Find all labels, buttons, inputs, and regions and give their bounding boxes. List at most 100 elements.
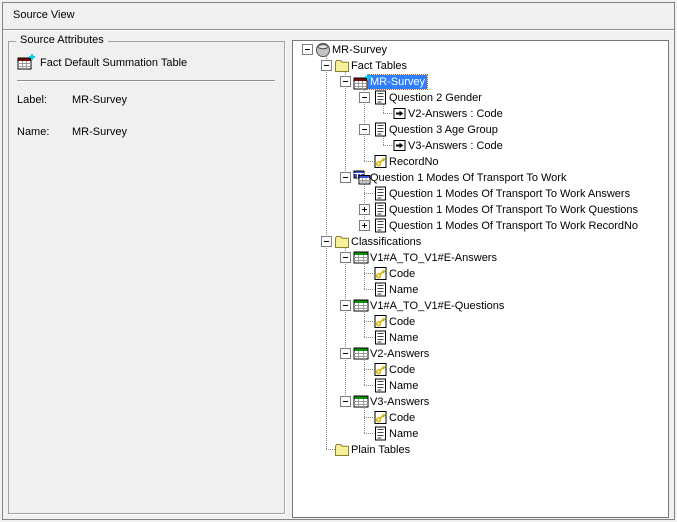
tree-item[interactable]: Code (293, 410, 668, 426)
source-attributes-group: Source Attributes Fact Default Summation… (8, 41, 285, 514)
tree-item[interactable]: Classifications (293, 234, 668, 250)
arrow-icon (391, 106, 409, 122)
fact-table-icon (17, 54, 35, 70)
tree-item[interactable]: Plain Tables (293, 442, 668, 458)
tree-item-label[interactable]: Plain Tables (349, 443, 412, 457)
tree-item-label[interactable]: Question 1 Modes Of Transport To Work An… (387, 187, 632, 201)
tree-item[interactable]: Question 2 Gender (293, 90, 668, 106)
tree-item-label[interactable]: Name (387, 331, 420, 345)
page-title: Source View (13, 9, 75, 21)
database-icon (315, 42, 333, 58)
expand-toggle-expanded[interactable] (340, 396, 351, 407)
arrow-icon (391, 138, 409, 154)
tree-item-label[interactable]: Classifications (349, 235, 423, 249)
attributes-separator (17, 80, 275, 82)
expand-toggle-expanded[interactable] (340, 172, 351, 183)
doc-icon (372, 186, 390, 202)
source-view-window: Source View Source Attributes Fact Defau… (0, 0, 677, 522)
label-field-caption: Label: (17, 94, 47, 106)
key-icon (372, 410, 390, 426)
tree-item[interactable]: RecordNo (293, 154, 668, 170)
tree-item-label[interactable]: Name (387, 283, 420, 297)
key-icon (372, 314, 390, 330)
source-tree-panel[interactable]: MR-Survey Fact Tables MR-Survey Question 2 … (292, 40, 669, 518)
source-tree: MR-Survey Fact Tables MR-Survey Question 2 … (293, 41, 668, 517)
tree-item[interactable]: V2-Answers : Code (293, 106, 668, 122)
doc-icon (372, 90, 390, 106)
expand-toggle-collapsed[interactable] (359, 204, 370, 215)
name-field-caption: Name: (17, 126, 49, 138)
expand-toggle-expanded[interactable] (340, 252, 351, 263)
label-field-value: MR-Survey (72, 94, 127, 106)
tree-item[interactable]: Question 3 Age Group (293, 122, 668, 138)
tree-item-label[interactable]: Question 1 Modes Of Transport To Work (368, 171, 568, 185)
tree-item-label[interactable]: Question 1 Modes Of Transport To Work Re… (387, 219, 640, 233)
expand-toggle-expanded[interactable] (321, 60, 332, 71)
tree-item-label[interactable]: V3-Answers (368, 395, 431, 409)
tree-item[interactable]: Name (293, 426, 668, 442)
tree-item-label-selected[interactable]: MR-Survey (368, 75, 427, 89)
tree-item-label[interactable]: Code (387, 267, 417, 281)
tree-item-label[interactable]: MR-Survey (330, 43, 389, 57)
tree-item-label[interactable]: V2-Answers (368, 347, 431, 361)
folder-icon (334, 234, 352, 250)
tree-item[interactable]: MR-Survey (293, 42, 668, 58)
doc-icon (372, 330, 390, 346)
tree-item-label[interactable]: V3-Answers : Code (406, 139, 505, 153)
tree-item-label[interactable]: V1#A_TO_V1#E-Answers (368, 251, 499, 265)
tree-item[interactable]: V3-Answers : Code (293, 138, 668, 154)
tree-item-label[interactable]: Question 1 Modes Of Transport To Work Qu… (387, 203, 640, 217)
fact-table-icon (353, 74, 371, 90)
tree-item[interactable]: MR-Survey (293, 74, 668, 90)
tree-item[interactable]: Code (293, 362, 668, 378)
tree-item-label[interactable]: Name (387, 427, 420, 441)
expand-toggle-expanded[interactable] (321, 236, 332, 247)
tree-item-label[interactable]: Code (387, 363, 417, 377)
tree-item-label[interactable]: Question 2 Gender (387, 91, 484, 105)
tree-item-label[interactable]: Code (387, 315, 417, 329)
tree-item[interactable]: Question 1 Modes Of Transport To Work An… (293, 186, 668, 202)
tree-item[interactable]: V2-Answers (293, 346, 668, 362)
green-table-icon (353, 250, 371, 266)
name-field-value: MR-Survey (72, 126, 127, 138)
expand-toggle-expanded[interactable] (340, 76, 351, 87)
tree-item-label[interactable]: Name (387, 379, 420, 393)
expand-toggle-collapsed[interactable] (359, 220, 370, 231)
tree-item[interactable]: V3-Answers (293, 394, 668, 410)
key-icon (372, 266, 390, 282)
tree-item[interactable]: Name (293, 282, 668, 298)
green-table-icon (353, 298, 371, 314)
tree-item-label[interactable]: V2-Answers : Code (406, 107, 505, 121)
doc-icon (372, 378, 390, 394)
doc-icon (372, 282, 390, 298)
expand-toggle-expanded[interactable] (359, 124, 370, 135)
tree-item[interactable]: Question 1 Modes Of Transport To Work Qu… (293, 202, 668, 218)
tree-item[interactable]: V1#A_TO_V1#E-Answers (293, 250, 668, 266)
default-summation-table-label: Fact Default Summation Table (40, 57, 187, 69)
tree-item[interactable]: Code (293, 266, 668, 282)
tree-item[interactable]: Name (293, 378, 668, 394)
title-separator (3, 29, 674, 31)
expand-toggle-expanded[interactable] (302, 44, 313, 55)
group-title: Source Attributes (16, 34, 108, 46)
expand-toggle-expanded[interactable] (359, 92, 370, 103)
expand-toggle-expanded[interactable] (340, 300, 351, 311)
tree-item[interactable]: Fact Tables (293, 58, 668, 74)
tree-item-label[interactable]: Question 3 Age Group (387, 123, 500, 137)
tree-item-label[interactable]: Fact Tables (349, 59, 409, 73)
tree-item[interactable]: Code (293, 314, 668, 330)
tree-item[interactable]: V1#A_TO_V1#E-Questions (293, 298, 668, 314)
tree-item-label[interactable]: RecordNo (387, 155, 441, 169)
green-table-icon (353, 346, 371, 362)
doc-icon (372, 122, 390, 138)
tree-item[interactable]: Question 1 Modes Of Transport To Work Re… (293, 218, 668, 234)
folder-icon (334, 58, 352, 74)
tree-item[interactable]: Name (293, 330, 668, 346)
doc-icon (372, 202, 390, 218)
folder-icon (334, 442, 352, 458)
tree-item-label[interactable]: Code (387, 411, 417, 425)
tree-item-label[interactable]: V1#A_TO_V1#E-Questions (368, 299, 506, 313)
tree-item[interactable]: Question 1 Modes Of Transport To Work (293, 170, 668, 186)
green-table-icon (353, 394, 371, 410)
expand-toggle-expanded[interactable] (340, 348, 351, 359)
